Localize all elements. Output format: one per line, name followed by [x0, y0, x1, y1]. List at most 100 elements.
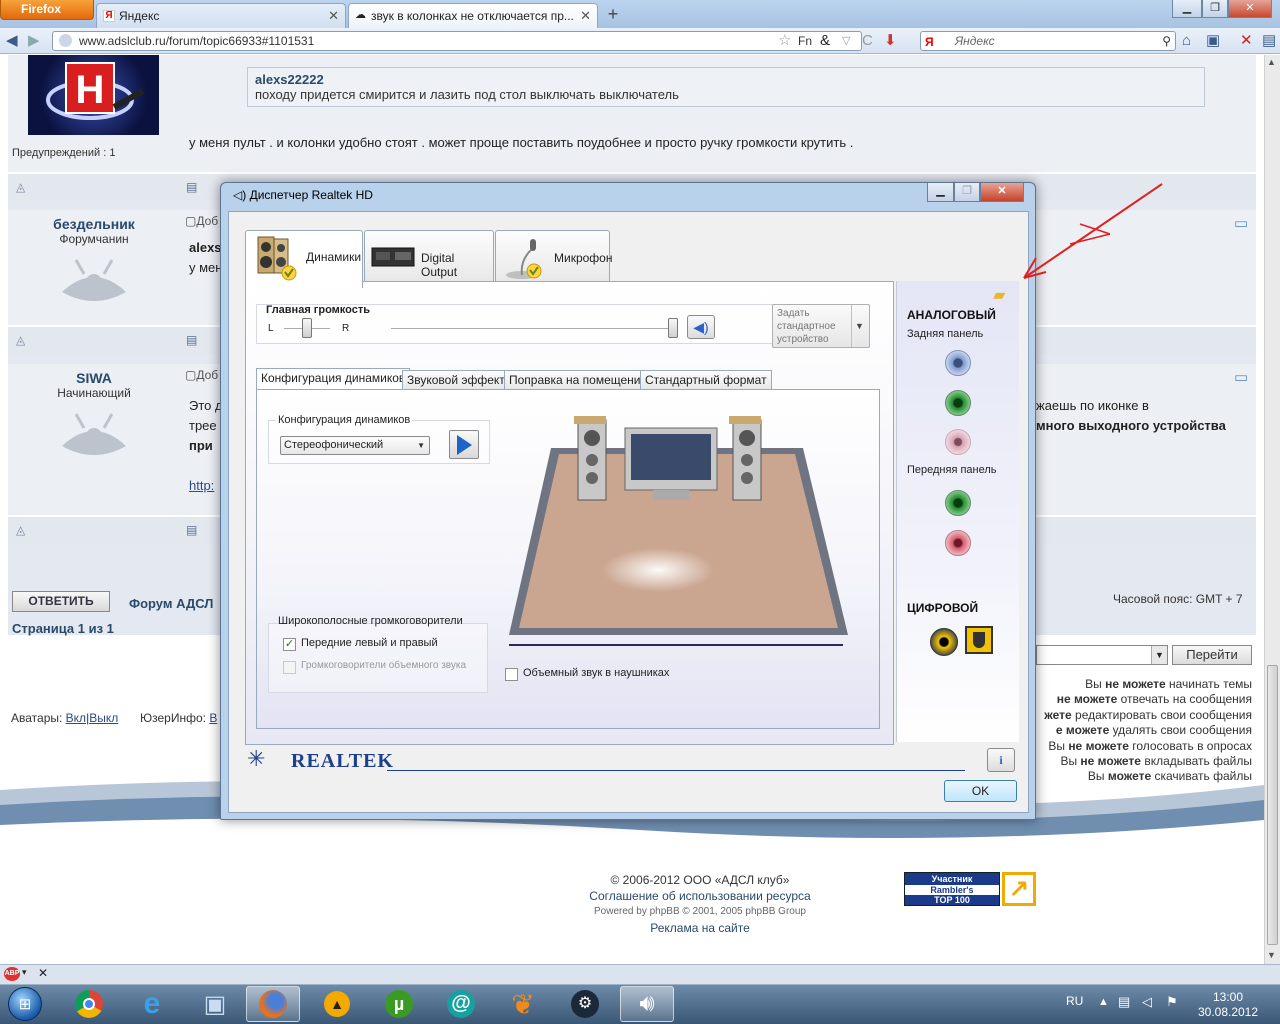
- dialog-minimize-button[interactable]: ▁: [927, 183, 954, 202]
- jack-rear-blue[interactable]: [945, 350, 971, 376]
- volume-icon[interactable]: ◁: [1142, 994, 1152, 1010]
- addon-icon[interactable]: ✕: [1240, 32, 1253, 50]
- ampersand-icon[interactable]: &: [820, 32, 830, 50]
- folder-settings-icon[interactable]: ▰: [993, 285, 1005, 305]
- subtab-room-correction[interactable]: Поправка на помещение: [504, 370, 653, 390]
- post-text-line: при: [189, 438, 213, 453]
- volume-slider-thumb[interactable]: [668, 318, 678, 338]
- butterfly-icon[interactable]: ❦: [496, 986, 550, 1022]
- volume-slider-track[interactable]: [391, 328, 673, 330]
- jack-rear-green[interactable]: [945, 390, 971, 416]
- permission-line: Вы не можете вкладывать файлы: [1060, 754, 1252, 769]
- scroll-up-icon[interactable]: ▲: [1267, 57, 1276, 67]
- new-tab-button[interactable]: +: [600, 4, 626, 26]
- subtab-sound-effect[interactable]: Звуковой эффект: [402, 370, 510, 390]
- mute-button[interactable]: ◀): [687, 315, 715, 339]
- optical-jack-icon[interactable]: [965, 626, 993, 654]
- jack-front-green[interactable]: [945, 490, 971, 516]
- start-button[interactable]: ⊞: [4, 986, 46, 1022]
- quote-icon[interactable]: ▭: [1234, 368, 1248, 386]
- scroll-thumb[interactable]: [1267, 665, 1278, 945]
- up-icon[interactable]: ◬: [16, 523, 25, 537]
- search-engine-icon[interactable]: Я: [925, 33, 934, 51]
- front-lr-checkbox[interactable]: ✓: [283, 638, 296, 651]
- go-button[interactable]: Перейти: [1172, 645, 1252, 665]
- avatars-off-link[interactable]: Выкл: [89, 711, 118, 725]
- rambler-arrow-icon[interactable]: ↗: [1002, 872, 1036, 906]
- page-scrollbar[interactable]: ▲ ▼: [1264, 55, 1280, 965]
- chevron-up-icon[interactable]: ▲: [1098, 996, 1109, 1008]
- profile-icon[interactable]: ▤: [186, 180, 197, 194]
- close-icon[interactable]: ✕: [328, 8, 339, 24]
- adblock-icon[interactable]: ABP: [4, 967, 20, 981]
- post-link[interactable]: http:: [189, 478, 214, 493]
- avatars-on-link[interactable]: Вкл: [66, 711, 86, 725]
- tab-speakers[interactable]: Динамики: [245, 230, 363, 288]
- balance-slider-thumb[interactable]: [302, 318, 312, 338]
- utorrent-icon[interactable]: µ: [372, 986, 426, 1022]
- subtab-default-format[interactable]: Стандартный формат: [640, 370, 772, 390]
- search-input[interactable]: Я Яндекс ⚲: [920, 31, 1176, 51]
- home-icon[interactable]: ⌂: [1182, 32, 1191, 50]
- profile-icon[interactable]: ▤: [186, 333, 197, 347]
- ok-button[interactable]: OK: [944, 780, 1017, 802]
- rambler-top100-badge[interactable]: Участник Rambler's TOP 100: [904, 872, 1000, 906]
- speaker-icon[interactable]: 🔊︎: [620, 986, 674, 1022]
- forum-jump-select[interactable]: ▼: [1036, 645, 1168, 665]
- close-icon[interactable]: ✕: [38, 966, 48, 980]
- forward-icon[interactable]: ▶: [28, 32, 40, 50]
- close-icon[interactable]: ✕: [580, 8, 591, 24]
- dropdown-icon[interactable]: ▽: [842, 32, 850, 50]
- info-button[interactable]: i: [987, 748, 1015, 772]
- terms-link[interactable]: Соглашение об использовании ресурса: [0, 888, 1280, 904]
- coaxial-jack-icon[interactable]: [930, 628, 958, 656]
- chrome-icon[interactable]: [62, 986, 116, 1022]
- steam-icon[interactable]: ⚙: [558, 986, 612, 1022]
- close-window-button[interactable]: ✕: [1228, 0, 1272, 18]
- refresh-icon[interactable]: C: [862, 32, 873, 50]
- username[interactable]: бездельник: [8, 216, 180, 232]
- network-icon[interactable]: ▤: [1118, 994, 1130, 1010]
- media-player-icon[interactable]: ▣: [188, 986, 242, 1022]
- tab-yandex[interactable]: Я Яндекс ✕: [96, 3, 346, 28]
- language-indicator[interactable]: RU: [1066, 994, 1083, 1008]
- username[interactable]: SIWA: [8, 370, 180, 386]
- url-bar[interactable]: www.adslclub.ru/forum/topic66933#1101531: [52, 31, 862, 51]
- addon-icon-2[interactable]: ▤: [1262, 32, 1276, 50]
- tab-microphone[interactable]: Микрофон: [495, 230, 612, 286]
- search-icon[interactable]: ⚲: [1162, 32, 1171, 50]
- default-device-button[interactable]: Задать стандартное устройство ▼: [772, 304, 870, 348]
- subtab-speaker-config[interactable]: Конфигурация динамиков: [256, 368, 411, 390]
- tab-digital-output[interactable]: Digital Output: [364, 230, 494, 286]
- profile-icon[interactable]: ▤: [186, 523, 197, 537]
- play-test-button[interactable]: [449, 430, 479, 459]
- firefox-icon[interactable]: [246, 986, 300, 1022]
- bookmark-star-icon[interactable]: ☆: [778, 32, 791, 50]
- forum-title-link[interactable]: Форум АДСЛ: [129, 596, 213, 611]
- chevron-down-icon[interactable]: ▾: [22, 967, 27, 978]
- download-icon[interactable]: ⬇: [884, 32, 897, 50]
- maximize-button[interactable]: ❐: [1202, 0, 1228, 18]
- internet-explorer-icon[interactable]: e: [125, 986, 179, 1022]
- clock[interactable]: 13:00 30.08.2012: [1196, 990, 1260, 1020]
- headphones-surround-checkbox[interactable]: [505, 668, 518, 681]
- reply-button[interactable]: ОТВЕТИТЬ: [12, 591, 110, 612]
- screenshot-icon[interactable]: ▣: [1206, 32, 1220, 50]
- up-icon[interactable]: ◬: [16, 180, 25, 194]
- userinfo-on-link[interactable]: В: [209, 711, 217, 725]
- aimp-icon[interactable]: ▲: [310, 986, 364, 1022]
- mail-agent-icon[interactable]: @: [434, 986, 488, 1022]
- firefox-menu-button[interactable]: Firefox: [0, 0, 94, 20]
- speaker-config-select[interactable]: Стереофонический ▼: [280, 436, 430, 455]
- jack-front-red[interactable]: [945, 530, 971, 556]
- quote-icon[interactable]: ▭: [1234, 214, 1248, 232]
- ads-link[interactable]: Реклама на сайте: [0, 920, 1280, 936]
- back-icon[interactable]: ◀: [6, 32, 18, 50]
- scroll-down-icon[interactable]: ▼: [1267, 950, 1276, 960]
- minimize-button[interactable]: ▁: [1172, 0, 1202, 18]
- up-icon[interactable]: ◬: [16, 333, 25, 347]
- translate-icon[interactable]: Fn: [798, 32, 812, 50]
- action-center-flag-icon[interactable]: ⚑: [1166, 994, 1178, 1010]
- jack-rear-pink[interactable]: [945, 429, 971, 455]
- tab-forum-topic[interactable]: ☁ звук в колонках не отключается пр... ✕: [348, 3, 598, 28]
